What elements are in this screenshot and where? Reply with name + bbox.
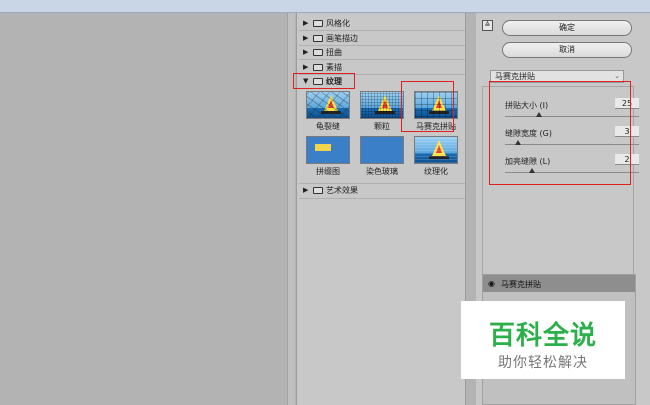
filter-thumb-texturizer[interactable]: 纹理化 bbox=[414, 136, 458, 180]
folder-label: 艺术效果 bbox=[326, 185, 358, 195]
filter-thumb-patchwork[interactable]: 拼缀图 bbox=[306, 136, 350, 180]
highlight-mosaic-thumb bbox=[401, 81, 454, 132]
folder-brush-strokes[interactable]: ▶ 画笔描边 bbox=[303, 32, 461, 44]
watermark-title: 百科全说 bbox=[488, 321, 597, 351]
texturizer-thumb-icon bbox=[414, 136, 458, 164]
folder-sketch[interactable]: ▶ 素描 bbox=[303, 61, 461, 73]
folder-label: 素描 bbox=[326, 62, 342, 72]
filter-thumb-craquelure[interactable]: 龟裂缝 bbox=[306, 91, 350, 135]
expand-arrow-icon: ▶ bbox=[303, 34, 309, 42]
eye-icon[interactable]: ◉ bbox=[488, 279, 495, 288]
divider bbox=[299, 30, 465, 31]
collapse-gallery-icon[interactable]: ≙ bbox=[482, 20, 493, 31]
watermark-subtitle: 助你轻松解决 bbox=[498, 355, 588, 371]
filter-label: 龟裂缝 bbox=[316, 122, 340, 131]
expand-arrow-icon: ▶ bbox=[303, 63, 309, 71]
divider bbox=[299, 59, 465, 60]
watermark-logo: 百科全说 助你轻松解决 bbox=[461, 301, 625, 379]
filter-label: 染色玻璃 bbox=[366, 167, 398, 176]
filter-label: 纹理化 bbox=[424, 167, 448, 176]
preview-scroll-edge[interactable] bbox=[287, 13, 295, 405]
effect-layer-row[interactable]: ◉ 马赛克拼贴 bbox=[483, 275, 635, 292]
highlight-params bbox=[489, 81, 631, 185]
ok-button[interactable]: 确定 bbox=[502, 20, 632, 36]
title-bar bbox=[0, 0, 650, 13]
folder-icon bbox=[313, 48, 323, 56]
grain-thumb-icon bbox=[360, 91, 404, 119]
preview-canvas[interactable] bbox=[0, 13, 295, 405]
highlight-texture-folder bbox=[293, 73, 355, 89]
expand-arrow-icon: ▶ bbox=[303, 186, 309, 194]
folder-icon bbox=[313, 63, 323, 71]
filter-thumb-grain[interactable]: 颗粒 bbox=[360, 91, 404, 135]
effect-layer-label: 马赛克拼贴 bbox=[501, 280, 541, 289]
filter-gallery-panel: ▶ 风格化 ▶ 画笔描边 ▶ 扭曲 ▶ 素描 ▼ 纹理 龟裂缝 颗粒 马赛克拼贴… bbox=[296, 13, 466, 405]
filter-label: 拼缀图 bbox=[316, 167, 340, 176]
folder-distort[interactable]: ▶ 扭曲 bbox=[303, 46, 461, 58]
folder-icon bbox=[313, 34, 323, 42]
filter-select-value: 马赛克拼贴 bbox=[495, 72, 535, 81]
patchwork-thumb-icon bbox=[306, 136, 350, 164]
folder-stylize[interactable]: ▶ 风格化 bbox=[303, 17, 461, 29]
folder-icon bbox=[313, 186, 323, 194]
stained-glass-thumb-icon bbox=[360, 136, 404, 164]
expand-arrow-icon: ▶ bbox=[303, 19, 309, 27]
folder-label: 风格化 bbox=[326, 18, 350, 28]
cancel-button[interactable]: 取消 bbox=[502, 42, 632, 58]
folder-artistic[interactable]: ▶ 艺术效果 bbox=[303, 184, 461, 196]
expand-arrow-icon: ▶ bbox=[303, 48, 309, 56]
folder-icon bbox=[313, 19, 323, 27]
craquelure-thumb-icon bbox=[306, 91, 350, 119]
divider bbox=[299, 198, 465, 199]
folder-label: 画笔描边 bbox=[326, 33, 358, 43]
filter-thumb-stained-glass[interactable]: 染色玻璃 bbox=[360, 136, 404, 180]
folder-label: 扭曲 bbox=[326, 47, 342, 57]
